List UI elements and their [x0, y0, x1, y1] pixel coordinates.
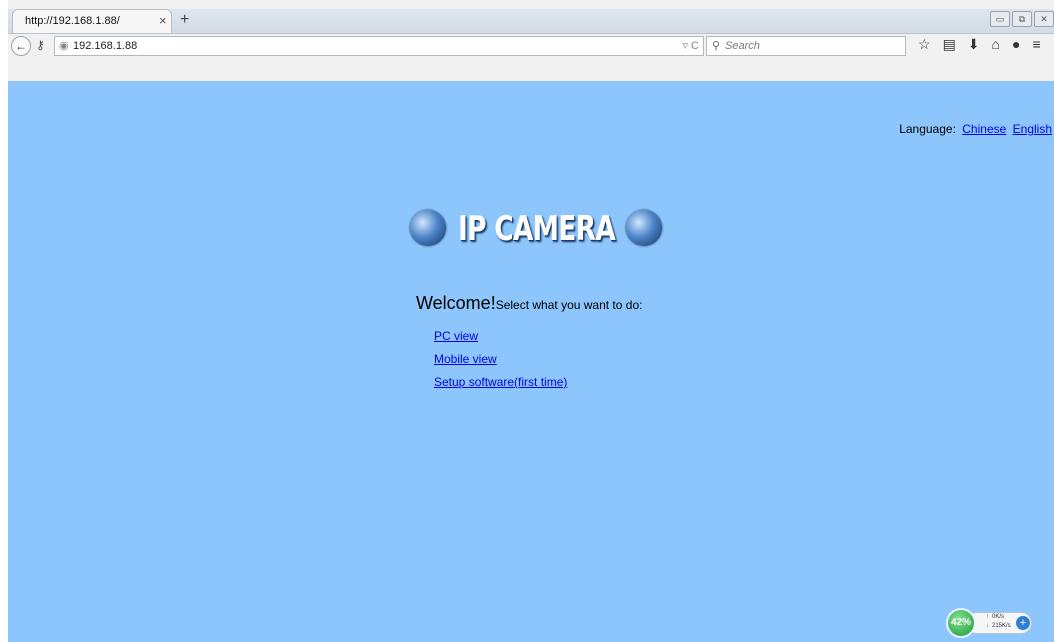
- instruction-text: Select what you want to do:: [495, 298, 643, 312]
- star-icon[interactable]: ☆: [918, 36, 931, 53]
- tab-strip: http://192.168.1.88/ × + ▭ ⧉ ✕: [8, 9, 1054, 34]
- welcome-heading: Welcome!Select what you want to do:: [416, 293, 642, 314]
- window-controls: ▭ ⧉ ✕: [990, 11, 1054, 27]
- download-speed: 215K/s: [992, 623, 1011, 629]
- restore-button[interactable]: ⧉: [1012, 11, 1032, 27]
- minimize-button[interactable]: ▭: [990, 11, 1010, 27]
- welcome-text: Welcome!: [416, 293, 496, 313]
- chat-icon[interactable]: ●: [1012, 36, 1020, 53]
- language-selector: Language: Chinese English: [899, 122, 1052, 136]
- memory-usage-badge[interactable]: 42%: [946, 608, 976, 638]
- browser-chrome: http://192.168.1.88/ × + ▭ ⧉ ✕ ← ⚷ ◉ 192…: [0, 0, 1054, 81]
- browser-tab[interactable]: http://192.168.1.88/ ×: [12, 9, 172, 33]
- key-icon[interactable]: ⚷: [36, 38, 45, 52]
- tab-title: http://192.168.1.88/: [25, 15, 120, 27]
- menu-icon[interactable]: ≡: [1032, 36, 1040, 53]
- download-icon[interactable]: ⬇: [968, 36, 980, 53]
- page-content: Language: Chinese English IP CAMERA Welc…: [8, 81, 1054, 642]
- language-chinese-link[interactable]: Chinese: [962, 122, 1006, 136]
- upload-arrow-icon: ↑: [986, 614, 989, 620]
- close-icon[interactable]: ×: [159, 13, 167, 28]
- view-options: PC view Mobile view Setup software(first…: [434, 329, 567, 398]
- language-english-link[interactable]: English: [1013, 122, 1052, 136]
- url-text[interactable]: 192.168.1.88: [73, 40, 137, 52]
- plus-icon[interactable]: +: [180, 11, 189, 29]
- accelerate-icon[interactable]: +: [1016, 616, 1030, 630]
- url-bar[interactable]: ◉ 192.168.1.88 ▿ C: [54, 36, 704, 56]
- reload-icon[interactable]: ▿ C: [682, 39, 699, 52]
- globe-icon: ◉: [59, 40, 69, 52]
- network-speed-widget[interactable]: 42% ↑ 0K/s ↓ 215K/s +: [946, 608, 1034, 638]
- search-input[interactable]: Search: [725, 40, 760, 52]
- pc-view-link[interactable]: PC view: [434, 329, 567, 343]
- download-arrow-icon: ↓: [986, 623, 989, 629]
- mobile-view-link[interactable]: Mobile view: [434, 352, 567, 366]
- search-bar[interactable]: ⚲ Search: [706, 36, 906, 56]
- home-icon[interactable]: ⌂: [992, 36, 1000, 53]
- navigation-bar: ← ⚷ ◉ 192.168.1.88 ▿ C ⚲ Search ☆ ▤ ⬇ ⌂ …: [8, 34, 1054, 58]
- language-label: Language:: [899, 122, 956, 136]
- ip-camera-logo: IP CAMERA: [410, 208, 670, 250]
- setup-software-link[interactable]: Setup software(first time): [434, 375, 567, 389]
- back-button[interactable]: ←: [11, 36, 31, 56]
- globe-icon: [410, 210, 446, 246]
- search-icon: ⚲: [712, 40, 721, 52]
- reading-list-icon[interactable]: ▤: [943, 36, 956, 53]
- close-window-button[interactable]: ✕: [1034, 11, 1054, 27]
- upload-speed: 0K/s: [992, 614, 1005, 620]
- toolbar-icons: ☆ ▤ ⬇ ⌂ ● ≡: [918, 36, 1041, 53]
- window-edge: [0, 0, 8, 642]
- logo-text: IP CAMERA: [458, 209, 616, 249]
- globe-icon: [626, 210, 662, 246]
